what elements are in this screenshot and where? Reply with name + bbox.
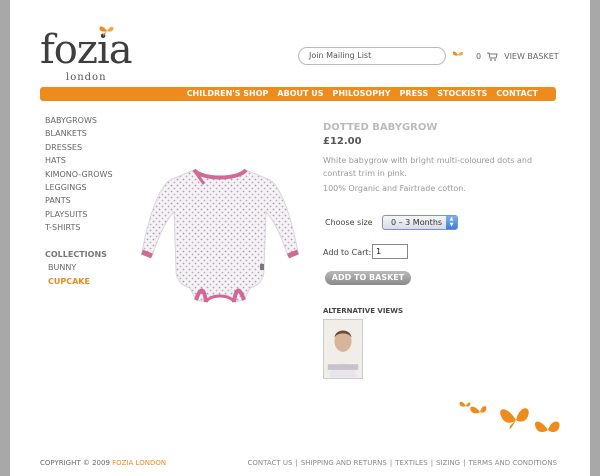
product-title: DOTTED BABYGROW	[323, 122, 438, 133]
logo-subtitle: london	[66, 72, 107, 83]
select-arrows-icon: ▲ ▼	[446, 216, 457, 229]
nav-about-us[interactable]: ABOUT US	[277, 88, 323, 100]
basket-label: VIEW BASKET	[504, 52, 559, 61]
sidebar-item-leggings[interactable]: LEGGINGS	[45, 181, 113, 194]
product-price: £12.00	[323, 136, 362, 147]
sidebar-item-t-shirts[interactable]: T-SHIRTS	[45, 221, 113, 234]
footer-links: CONTACT US | SHIPPING AND RETURNS | TEXT…	[247, 459, 557, 467]
footer-separator: |	[389, 459, 393, 467]
collection-item-cupcake[interactable]: CUPCAKE	[45, 275, 113, 289]
nav-philosophy[interactable]: PHILOSOPHY	[333, 88, 391, 100]
main-nav: CHILDREN'S SHOP ABOUT US PHILOSOPHY PRES…	[40, 87, 556, 101]
sidebar-item-blankets[interactable]: BLANKETS	[45, 127, 113, 140]
sidebar-item-babygrows[interactable]: BABYGROWS	[45, 114, 113, 127]
collections-heading: COLLECTIONS	[45, 249, 107, 259]
basket-link[interactable]: 0 VIEW BASKET	[476, 52, 559, 61]
butterfly-icon	[459, 401, 560, 433]
sidebar-item-dresses[interactable]: DRESSES	[45, 141, 113, 154]
footer-link-contact-us[interactable]: CONTACT US	[247, 459, 292, 467]
add-to-basket-button[interactable]: ADD TO BASKET	[325, 271, 411, 285]
sidebar-item-playsuits[interactable]: PLAYSUITS	[45, 208, 113, 221]
sidebar-item-pants[interactable]: PANTS	[45, 194, 113, 207]
basket-count: 0	[476, 52, 482, 61]
butterfly-icon	[452, 51, 464, 56]
footer-copyright: COPYRIGHT © 2009 FOZIA LONDON	[40, 459, 166, 467]
sidebar-item-kimono-grows[interactable]: KIMONO-GROWS	[45, 168, 113, 181]
sidebar: BABYGROWS BLANKETS DRESSES HATS KIMONO-G…	[45, 114, 113, 289]
cart-label: Add to Cart:	[323, 248, 372, 257]
nav-stockists[interactable]: STOCKISTS	[437, 88, 487, 100]
nav-contact[interactable]: CONTACT	[496, 88, 538, 100]
product-certification: 100% Organic and Fairtrade cotton.	[323, 184, 466, 193]
copyright-text: COPYRIGHT © 2009	[40, 459, 110, 467]
size-label: Choose size	[325, 218, 373, 227]
alternative-view-thumbnail[interactable]	[323, 319, 363, 379]
footer-link-terms[interactable]: TERMS AND CONDITIONS	[468, 459, 557, 467]
product-image[interactable]	[140, 160, 300, 315]
page: fozia london Join Mailing List 0 VIEW BA…	[10, 0, 590, 476]
nav-press[interactable]: PRESS	[400, 88, 429, 100]
size-select-value: 0 – 3 Months	[391, 218, 443, 227]
logo-wordmark: fozia	[40, 27, 133, 73]
mailing-list-input[interactable]: Join Mailing List	[298, 47, 446, 65]
alternative-views-heading: ALTERNATIVE VIEWS	[323, 307, 403, 315]
footer-separator: |	[430, 459, 434, 467]
product-description: White babygrow with bright multi-coloure…	[323, 156, 533, 178]
footer-link-shipping[interactable]: SHIPPING AND RETURNS	[301, 459, 387, 467]
footer-separator: |	[295, 459, 298, 467]
logo[interactable]: fozia london	[40, 26, 133, 83]
basket-icon	[487, 52, 498, 61]
butterfly-icon	[99, 26, 114, 36]
nav-childrens-shop[interactable]: CHILDREN'S SHOP	[187, 88, 269, 100]
size-select[interactable]: 0 – 3 Months ▲ ▼	[382, 215, 458, 230]
collection-item-bunny[interactable]: BUNNY	[45, 261, 113, 275]
footer-link-textiles[interactable]: TEXTILES	[395, 459, 427, 467]
footer-separator: |	[463, 459, 466, 467]
copyright-brand-link[interactable]: FOZIA LONDON	[112, 459, 166, 467]
sidebar-item-hats[interactable]: HATS	[45, 154, 113, 167]
footer-link-sizing[interactable]: SIZING	[436, 459, 460, 467]
quantity-input[interactable]: 1	[372, 244, 408, 259]
